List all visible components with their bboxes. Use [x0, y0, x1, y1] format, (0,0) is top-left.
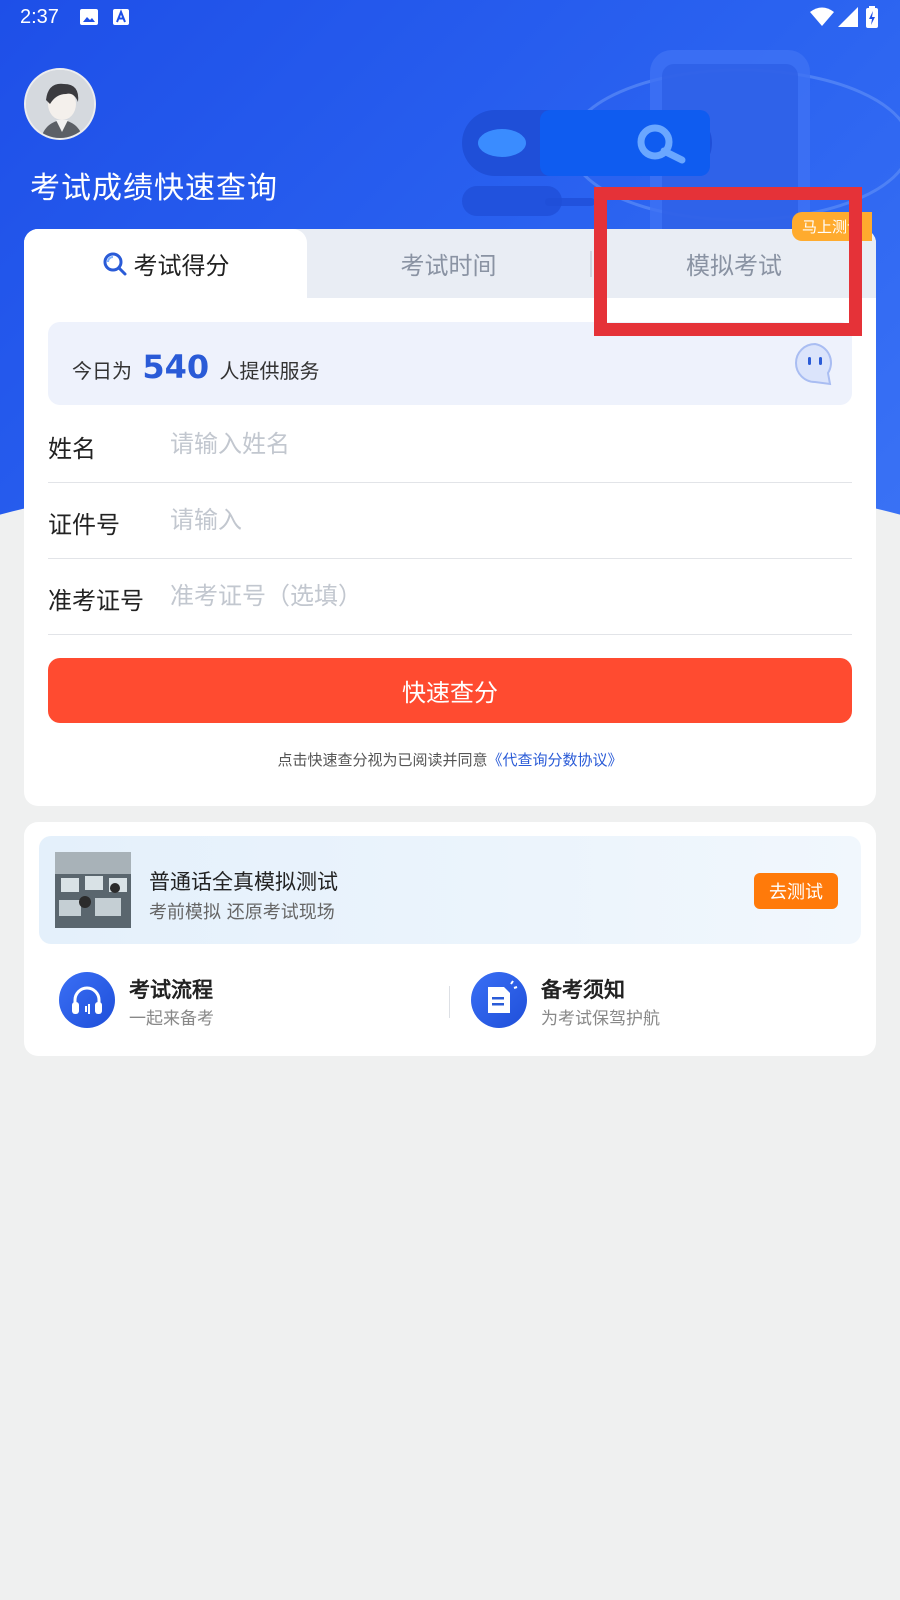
- quick-link-title: 考试流程: [129, 978, 213, 1002]
- wifi-icon: [810, 7, 834, 26]
- id-label: 证件号: [48, 511, 120, 539]
- tab-exam-time[interactable]: 考试时间: [307, 229, 590, 298]
- quick-link-exam-notes[interactable]: 备考须知 为考试保驾护航: [471, 972, 821, 1032]
- name-label: 姓名: [48, 435, 96, 463]
- ticket-input[interactable]: [168, 575, 832, 617]
- promo-title: 普通话全真模拟测试: [149, 870, 338, 894]
- query-card: 考试得分 考试时间 模拟考试 今日为 540 人提供服务 姓名 证件号 准考证号: [24, 229, 876, 806]
- headset-icon: [59, 972, 115, 1028]
- tab-exam-score[interactable]: 考试得分: [24, 229, 307, 298]
- feature-card: 普通话全真模拟测试 考前模拟 还原考试现场 去测试 考试流程 一起来备考 备考须…: [24, 822, 876, 1056]
- promo-banner[interactable]: 普通话全真模拟测试 考前模拟 还原考试现场 去测试: [39, 836, 861, 944]
- service-text: 今日为 540 人提供服务: [72, 348, 320, 386]
- name-input[interactable]: [168, 423, 832, 465]
- tab-bar: 考试得分 考试时间 模拟考试: [24, 229, 876, 298]
- service-prefix: 今日为: [72, 359, 132, 383]
- status-time: 2:37: [20, 6, 59, 28]
- service-banner: 今日为 540 人提供服务: [48, 322, 852, 405]
- service-count: 540: [142, 348, 210, 386]
- search-icon: [103, 252, 126, 275]
- signal-icon: [838, 7, 858, 27]
- ticket-label: 准考证号: [48, 587, 144, 615]
- agreement-text: 点击快速查分视为已阅读并同意《代查询分数协议》: [24, 749, 876, 770]
- image-notification-icon: [80, 9, 98, 25]
- quick-query-button[interactable]: 快速查分: [48, 658, 852, 723]
- quick-links-divider: [449, 986, 450, 1018]
- status-bar: 2:37: [0, 0, 900, 36]
- quick-link-title: 备考须知: [541, 978, 625, 1002]
- quick-link-subtitle: 为考试保驾护航: [541, 1009, 660, 1029]
- service-suffix: 人提供服务: [219, 359, 320, 383]
- exam-room-image: [55, 852, 131, 928]
- promo-subtitle: 考前模拟 还原考试现场: [149, 902, 335, 923]
- app-notification-icon: [113, 9, 129, 25]
- id-input[interactable]: [168, 499, 832, 541]
- name-field: 姓名: [48, 407, 852, 483]
- chat-bubble-icon: [795, 342, 832, 386]
- ticket-field: 准考证号: [48, 559, 852, 635]
- quick-link-subtitle: 一起来备考: [129, 1009, 214, 1029]
- page-title: 考试成绩快速查询: [30, 171, 278, 206]
- tab-exam-score-label: 考试得分: [133, 252, 230, 280]
- tab-exam-time-label: 考试时间: [400, 252, 497, 280]
- exam-room-picture: [55, 852, 131, 928]
- agreement-prefix: 点击快速查分视为已阅读并同意: [277, 751, 488, 769]
- avatar[interactable]: [24, 68, 96, 140]
- battery-icon: [866, 6, 878, 28]
- go-test-button[interactable]: 去测试: [754, 873, 838, 909]
- agreement-link[interactable]: 《代查询分数协议》: [488, 751, 623, 769]
- document-icon: [471, 972, 527, 1028]
- mock-exam-badge: 马上测试: [792, 212, 873, 241]
- quick-link-exam-process[interactable]: 考试流程 一起来备考: [59, 972, 409, 1032]
- id-field: 证件号: [48, 483, 852, 559]
- tab-mock-exam-label: 模拟考试: [686, 252, 782, 280]
